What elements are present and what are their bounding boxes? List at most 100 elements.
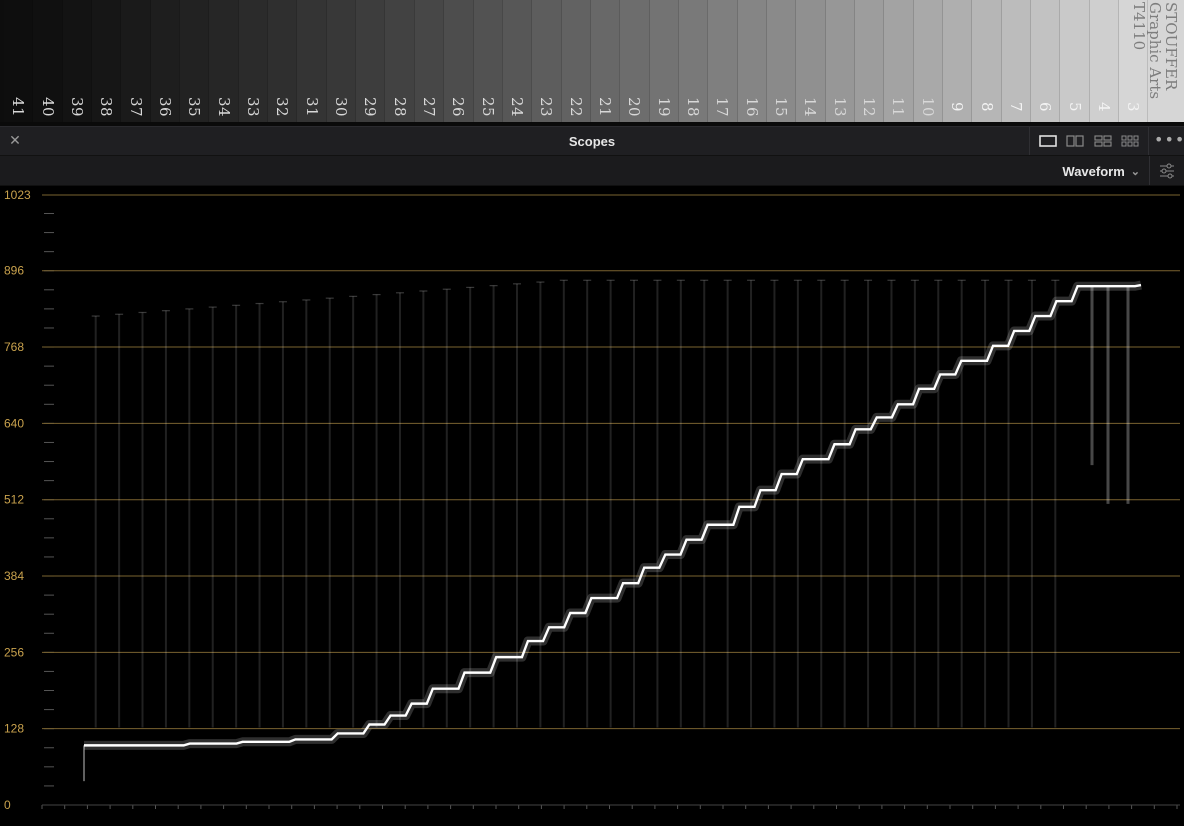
wedge-step-number: 37 [126, 96, 145, 118]
layout-grid-icon[interactable] [1121, 135, 1139, 147]
layout-single-icon[interactable] [1038, 135, 1057, 147]
wedge-step-number: 26 [449, 96, 468, 118]
wedge-step-number: 21 [596, 96, 615, 118]
wedge-brand-label: STOUFFER Graphic Arts T4110 [1130, 2, 1180, 120]
wedge-step-number: 20 [625, 96, 644, 118]
scope-type-label: Waveform [1062, 163, 1125, 179]
wedge-step: 20 [620, 0, 650, 122]
wedge-step-number: 34 [214, 96, 233, 118]
wedge-step: 32 [268, 0, 298, 122]
step-wedge-image: 41 40 39 38 37 36 35 34 33 32 31 30 29 28 27 26 25 24 23 22… [0, 0, 1184, 126]
wedge-step: 19 [649, 0, 679, 122]
wedge-step: 16 [737, 0, 767, 122]
more-options-icon[interactable]: ••• [1154, 127, 1184, 155]
wedge-step: 36 [150, 0, 181, 122]
wedge-step-number: 22 [566, 96, 585, 118]
wedge-step: 12 [854, 0, 885, 122]
wedge-step-number: 15 [772, 96, 791, 118]
wedge-step-number: 7 [1006, 101, 1025, 113]
wedge-step-number: 8 [977, 101, 996, 113]
layout-buttons [1029, 127, 1149, 155]
wedge-step-number: 40 [38, 96, 57, 118]
wedge-brand-line-2: Graphic Arts [1146, 2, 1164, 100]
wedge-step-number: 18 [684, 96, 703, 118]
wedge-step: 41 [4, 0, 34, 122]
layout-4up-icon[interactable] [1094, 135, 1112, 147]
wedge-step: 8 [972, 0, 1002, 122]
wedge-step: 9 [943, 0, 973, 122]
wedge-step: 13 [825, 0, 855, 122]
wedge-step: 35 [180, 0, 210, 122]
wedge-step-number: 28 [390, 96, 409, 118]
settings-sliders-icon[interactable] [1149, 156, 1184, 185]
wedge-step: 7 [1001, 0, 1032, 122]
wedge-step-number: 14 [801, 96, 820, 118]
wedge-step-number: 33 [243, 96, 262, 118]
wedge-step-number: 19 [654, 96, 673, 118]
wedge-step: 29 [356, 0, 386, 122]
wedge-step: 25 [473, 0, 503, 122]
wedge-step: 26 [444, 0, 474, 122]
wedge-step-number: 32 [273, 96, 292, 118]
y-tick-label: 640 [4, 416, 24, 430]
wedge-step: 10 [913, 0, 943, 122]
y-tick-label: 0 [4, 798, 11, 812]
waveform-trace [84, 283, 1142, 747]
wedge-step-number: 13 [830, 96, 849, 118]
y-tick-label: 896 [4, 264, 24, 278]
wedge-step: 18 [678, 0, 709, 122]
wedge-steps: 41 40 39 38 37 36 35 34 33 32 31 30 29 28 27 26 25 24 23 22… [4, 0, 1184, 122]
wedge-step-number: 35 [185, 96, 204, 118]
wedge-step: 21 [590, 0, 621, 122]
wedge-step: 6 [1031, 0, 1061, 122]
scope-toolbar: Waveform ⌄ [0, 156, 1184, 186]
y-tick-label: 256 [4, 645, 24, 659]
scopes-titlebar: ✕ Scopes ••• [0, 126, 1184, 156]
wedge-step-number: 31 [302, 96, 321, 118]
wedge-step-number: 30 [331, 96, 350, 118]
wedge-step-number: 9 [948, 101, 967, 113]
wedge-step-number: 6 [1036, 101, 1055, 113]
wedge-step: 34 [209, 0, 239, 122]
wedge-step-number: 10 [918, 96, 937, 118]
wedge-step-number: 38 [97, 96, 116, 118]
wedge-step-number: 27 [419, 96, 438, 118]
wedge-step: 39 [62, 0, 93, 122]
y-tick-label: 1023 [4, 188, 31, 202]
wedge-step-number: 23 [537, 96, 556, 118]
wedge-step-number: 11 [889, 96, 908, 118]
wedge-step: 33 [238, 0, 269, 122]
wedge-step: 27 [414, 0, 445, 122]
wedge-step-number: 16 [742, 96, 761, 118]
wedge-step: 23 [532, 0, 562, 122]
chevron-down-icon: ⌄ [1130, 165, 1140, 178]
y-tick-label: 768 [4, 340, 24, 354]
wedge-step-number: 12 [860, 96, 879, 118]
wedge-brand-line-1: STOUFFER [1162, 2, 1180, 91]
wedge-step: 30 [326, 0, 357, 122]
wedge-step-number: 4 [1094, 101, 1113, 113]
scope-type-dropdown[interactable]: Waveform ⌄ [1062, 156, 1140, 186]
wedge-step: 38 [92, 0, 122, 122]
layout-2up-icon[interactable] [1066, 135, 1084, 147]
wedge-step: 17 [708, 0, 738, 122]
wedge-step-number: 17 [713, 96, 732, 118]
wedge-step: 22 [561, 0, 591, 122]
wedge-step: 14 [796, 0, 826, 122]
wedge-step-number: 25 [478, 96, 497, 118]
wedge-step: 24 [502, 0, 533, 122]
y-tick-label: 384 [4, 569, 24, 583]
wedge-step-number: 41 [9, 96, 28, 118]
wedge-step: 11 [884, 0, 914, 122]
waveform-chart: 0 128 256 384 512 640 768 896 1023 [4, 188, 1180, 812]
wedge-step: 5 [1060, 0, 1090, 122]
y-tick-label: 512 [4, 493, 24, 507]
waveform-scope[interactable]: 0 128 256 384 512 640 768 896 1023 [0, 186, 1184, 826]
wedge-step: 28 [385, 0, 415, 122]
waveform-trace-glow [84, 280, 1142, 750]
y-tick-label: 128 [4, 722, 24, 736]
panel-title: Scopes [568, 134, 616, 149]
wedge-brand-line-3: T4110 [1130, 2, 1148, 51]
wedge-step-number: 29 [361, 96, 380, 118]
wedge-step-number: 36 [155, 96, 174, 118]
